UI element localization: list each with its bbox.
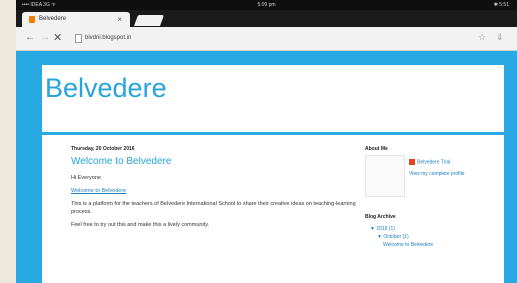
- stop-loading-icon[interactable]: ✕: [53, 32, 62, 44]
- close-tab-icon[interactable]: ×: [117, 12, 122, 27]
- download-icon[interactable]: ⇓: [496, 32, 504, 43]
- post-paragraph-link[interactable]: Welcome to Belvedere: [71, 187, 363, 195]
- tab-title: Belvedere: [39, 16, 67, 22]
- sidebar: About Me Belvedere Trial View my complet…: [365, 145, 495, 248]
- tab-strip: Belvedere ×: [16, 10, 517, 27]
- profile-picture: [365, 155, 405, 197]
- url-text[interactable]: bivdrii.blogspot.in: [85, 31, 131, 45]
- blog-archive-heading: Blog Archive: [365, 214, 396, 220]
- profile-name[interactable]: Belvedere Trial: [417, 159, 450, 165]
- post-paragraph: This is a platform for the teachers of B…: [71, 201, 356, 215]
- post-paragraph: Feel free to try out this and make this …: [71, 222, 210, 228]
- status-time: 5:09 pm: [257, 2, 276, 8]
- blog-title[interactable]: Belvedere: [45, 72, 167, 104]
- post-title[interactable]: Welcome to Belvedere: [71, 155, 363, 169]
- new-tab-button[interactable]: [133, 15, 165, 26]
- status-bar: •••• IDEA 3G ᯤ 5:09 pm ✱ 5:51: [16, 0, 517, 10]
- archive-year[interactable]: ▼ 2016 (1): [365, 225, 433, 233]
- page-icon: [75, 34, 82, 43]
- page-viewport: Belvedere Thursday, 20 October 2016 Welc…: [16, 51, 517, 283]
- post-date: Thursday, 20 October 2016: [71, 146, 135, 152]
- forward-arrow-icon[interactable]: →: [40, 32, 50, 44]
- battery-status: ✱ 5:51: [493, 2, 509, 8]
- back-arrow-icon[interactable]: ←: [25, 32, 35, 44]
- view-profile-link[interactable]: View my complete profile: [409, 171, 465, 178]
- archive-month[interactable]: ▼ October (1): [365, 233, 433, 241]
- browser-toolbar: ← → ✕ bivdrii.blogspot.in ☆ ⇓: [16, 27, 517, 51]
- blog-body: Thursday, 20 October 2016 Welcome to Bel…: [42, 135, 504, 283]
- post-paragraph: Hi Everyone: [71, 175, 101, 181]
- blogger-favicon-icon: [29, 16, 35, 23]
- tablet-screen: •••• IDEA 3G ᯤ 5:09 pm ✱ 5:51 Belvedere …: [16, 0, 517, 283]
- profile-name-link[interactable]: Belvedere Trial: [409, 159, 450, 166]
- address-bar[interactable]: bivdrii.blogspot.in: [71, 31, 517, 45]
- about-me-heading: About Me: [365, 146, 388, 152]
- main-column: Thursday, 20 October 2016 Welcome to Bel…: [71, 145, 363, 229]
- bookmark-star-icon[interactable]: ☆: [478, 32, 486, 43]
- archive-post-link[interactable]: Welcome to Belvedere: [365, 241, 433, 249]
- tab-belvedere[interactable]: Belvedere ×: [22, 12, 130, 27]
- archive-list: ▼ 2016 (1) ▼ October (1) Welcome to Belv…: [365, 225, 433, 249]
- blogger-profile-icon: [409, 159, 415, 165]
